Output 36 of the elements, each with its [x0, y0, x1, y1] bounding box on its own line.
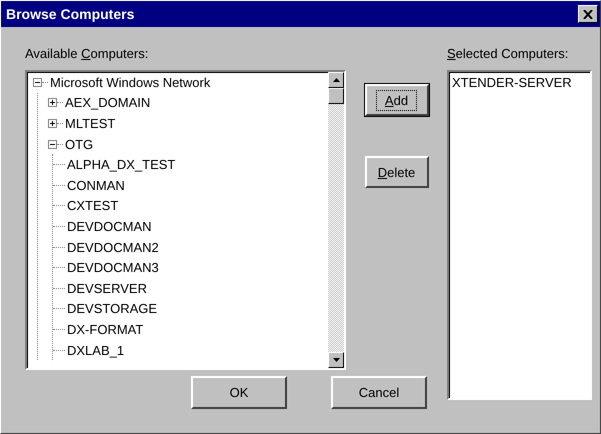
- expand-icon[interactable]: [48, 98, 57, 108]
- tree-item[interactable]: CXTEST: [67, 198, 118, 214]
- scrollbar-thumb[interactable]: [328, 88, 344, 104]
- down-arrow-icon: [332, 358, 340, 362]
- ok-button[interactable]: OK: [191, 376, 287, 409]
- scroll-up-button[interactable]: [328, 72, 344, 88]
- add-button[interactable]: Add: [364, 84, 428, 116]
- tree-item[interactable]: CONMAN: [67, 178, 125, 193]
- tree-item[interactable]: MLTEST: [65, 116, 116, 131]
- cancel-button[interactable]: Cancel: [331, 376, 427, 409]
- field-label: Selected Computers:: [447, 46, 570, 62]
- scroll-down-button[interactable]: [328, 352, 344, 368]
- tree-item[interactable]: DEVSERVER: [67, 280, 147, 296]
- tree-item[interactable]: DXLAB_1: [67, 342, 124, 358]
- tree-item[interactable]: OTG: [65, 136, 94, 152]
- tree-item[interactable]: ALPHA_DX_TEST: [67, 157, 176, 172]
- delete-button[interactable]: Delete: [364, 156, 428, 188]
- tree-item[interactable]: DX-FORMAT: [67, 322, 144, 337]
- list-item[interactable]: XTENDER-SERVER: [452, 75, 587, 90]
- collapse-icon[interactable]: [48, 140, 57, 149]
- tree-item[interactable]: DEVDOCMAN: [67, 218, 152, 234]
- expand-icon[interactable]: [48, 118, 57, 128]
- tree-item[interactable]: AEX_DOMAIN: [65, 95, 150, 110]
- up-arrow-icon: [332, 78, 340, 82]
- tree-item[interactable]: DEVDOCMAN2: [67, 240, 159, 255]
- scrollbar[interactable]: [328, 72, 344, 368]
- close-icon: [583, 10, 593, 18]
- tree-item[interactable]: DEVSTORAGE: [67, 301, 158, 316]
- tree-item[interactable]: Microsoft Windows Network: [50, 74, 210, 90]
- window-title: Browse Computers: [6, 6, 134, 22]
- tree-item[interactable]: DEVDOCMAN3: [67, 260, 159, 276]
- selected-list[interactable]: XTENDER-SERVER: [447, 70, 592, 400]
- close-button[interactable]: [578, 5, 598, 23]
- field-label: Available Computers:: [25, 46, 150, 62]
- computer-tree[interactable]: Microsoft Windows Network AEX_DOMAIN MLTEST OTG ALPHA_DX_TEST CONMAN CXTEST DEVDOCMAN DEVDOCMAN2 DEVDOCMAN3 DEVSERVER DEVSTORAGE DX-FORMAT DXLAB_1: [25, 70, 346, 370]
- collapse-icon[interactable]: [33, 78, 42, 87]
